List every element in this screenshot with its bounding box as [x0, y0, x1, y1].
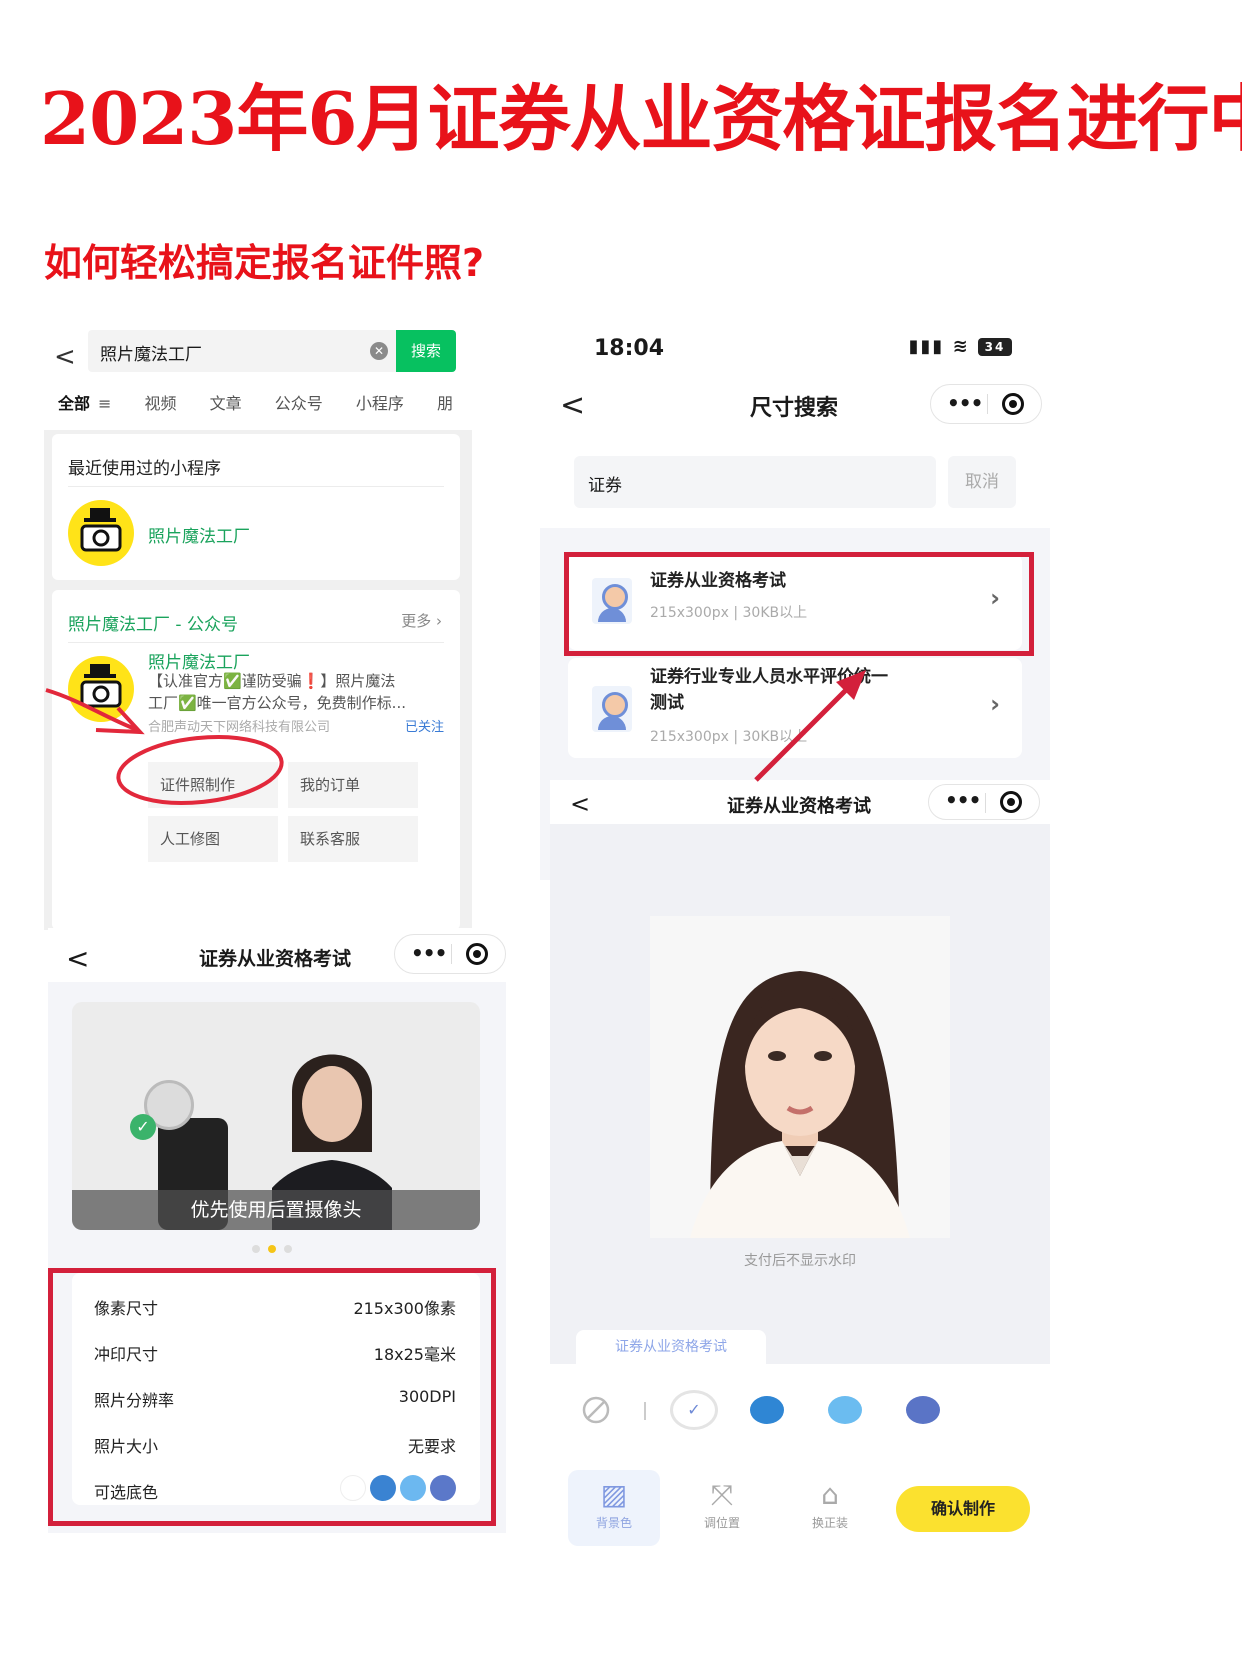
confirm-button[interactable]: 确认制作 — [896, 1486, 1030, 1532]
mini-program-capsule: ••• — [928, 784, 1040, 820]
status-icons: ▮▮▮ ≋ 34 — [909, 336, 1012, 357]
photo-maker-screenshot: < 证券从业资格考试 ••• 支付后不显示水印 证券从业资格考试 ✓ ▨ 背景色… — [550, 780, 1050, 1550]
result-item[interactable]: 证券行业专业人员水平评价统一 测试 215x300px | 30KB以上 › — [568, 658, 1022, 758]
chevron-right-icon: › — [436, 612, 442, 630]
recent-section-title: 最近使用过的小程序 — [68, 459, 221, 479]
camera-logo-icon — [68, 500, 134, 566]
highlight-box-result — [564, 552, 1034, 656]
light-blue-color-option[interactable] — [828, 1396, 862, 1424]
watermark-note: 支付后不显示水印 — [744, 1253, 856, 1269]
menu-customer-service-button[interactable]: 联系客服 — [288, 816, 418, 862]
recent-app-name: 照片魔法工厂 — [148, 527, 250, 547]
tab-article[interactable]: 文章 — [210, 390, 242, 414]
background-icon: ▨ — [600, 1478, 628, 1511]
gradient-blue-color-option[interactable] — [906, 1396, 940, 1424]
more-link[interactable]: 更多 › — [401, 610, 442, 631]
tab-video[interactable]: 视频 — [145, 390, 177, 414]
close-target-icon[interactable] — [1000, 791, 1022, 813]
followed-badge: 已关注 — [404, 720, 444, 735]
highlight-box-specs — [48, 1268, 496, 1526]
more-icon[interactable]: ••• — [411, 941, 447, 965]
size-search-input[interactable]: 证券 — [574, 456, 936, 508]
headline-subtitle: 如何轻松搞定报名证件照? — [44, 241, 485, 285]
mini-program-capsule: ••• — [394, 934, 506, 974]
more-icon[interactable]: ••• — [945, 788, 981, 812]
cancel-button[interactable]: 取消 — [948, 456, 1016, 508]
battery-icon: 34 — [978, 338, 1012, 356]
no-background-icon[interactable] — [580, 1396, 612, 1424]
search-input[interactable]: 照片魔法工厂 ✕ — [88, 330, 398, 372]
camera-tip-banner: ✓ 优先使用后置摄像头 — [72, 1002, 480, 1230]
account-description: 【认准官方✅谨防受骗❗】照片魔法 工厂✅唯一官方公众号，免费制作标... — [148, 672, 406, 712]
move-icon: ⤧ — [710, 1478, 734, 1511]
blue-color-option[interactable] — [750, 1396, 784, 1424]
carousel-indicator — [252, 1238, 300, 1257]
filter-icon[interactable]: ≡ — [98, 394, 111, 413]
search-tabs: 全部 ≡ 视频 文章 公众号 小程序 朋 — [58, 390, 468, 416]
menu-manual-retouch-button[interactable]: 人工修图 — [148, 816, 278, 862]
recent-mini-programs-card: 最近使用过的小程序 照片魔法工厂 — [52, 434, 460, 580]
menu-id-photo-button[interactable]: 证件照制作 — [148, 762, 278, 808]
spec-tag: 证券从业资格考试 — [576, 1330, 766, 1364]
tool-background-color[interactable]: ▨ 背景色 — [568, 1470, 660, 1546]
back-icon[interactable]: < — [54, 342, 76, 372]
result-name: 证券行业专业人员水平评价统一 测试 — [650, 667, 888, 713]
tab-official-account[interactable]: 公众号 — [275, 390, 323, 414]
search-query: 照片魔法工厂 — [100, 345, 202, 365]
mini-program-capsule: ••• — [930, 384, 1042, 424]
camera-logo-icon — [68, 656, 134, 722]
background-color-options: ✓ — [580, 1390, 1040, 1438]
tab-more[interactable]: 朋 — [437, 390, 453, 414]
close-target-icon[interactable] — [466, 943, 488, 965]
close-target-icon[interactable] — [1002, 393, 1024, 415]
headline-title: 2023年6月证券从业资格证报名进行中 — [40, 76, 1242, 161]
tab-mini-program[interactable]: 小程序 — [356, 390, 404, 414]
wifi-icon: ≋ — [952, 336, 970, 357]
shirt-icon: ⌂ — [821, 1478, 839, 1511]
signal-icon: ▮▮▮ — [908, 336, 945, 357]
tool-change-outfit[interactable]: ⌂ 换正装 — [784, 1470, 876, 1546]
clear-icon[interactable]: ✕ — [370, 342, 388, 360]
portrait-icon — [592, 686, 632, 732]
check-icon: ✓ — [130, 1114, 156, 1140]
tab-all[interactable]: 全部 — [58, 390, 90, 416]
white-color-selected-option[interactable]: ✓ — [670, 1390, 718, 1430]
wechat-search-screenshot: < 照片魔法工厂 ✕ 搜索 全部 ≡ 视频 文章 公众号 小程序 朋 最近使用过的… — [40, 328, 472, 930]
official-section-title: 照片魔法工厂 - 公众号 — [68, 615, 238, 635]
recent-app-item[interactable]: 照片魔法工厂 — [68, 500, 368, 570]
banner-caption: 优先使用后置摄像头 — [72, 1190, 480, 1230]
tool-adjust-position[interactable]: ⤧ 调位置 — [676, 1470, 768, 1546]
result-spec: 215x300px | 30KB以上 — [650, 729, 808, 745]
company-name: 合肥声动天下网络科技有限公司 — [148, 720, 331, 735]
official-account-card: 照片魔法工厂 - 公众号 更多 › 照片魔法工厂 【认准官方✅谨防受骗❗】照片魔… — [52, 590, 460, 930]
more-icon[interactable]: ••• — [947, 391, 983, 415]
menu-my-orders-button[interactable]: 我的订单 — [288, 762, 418, 808]
search-button[interactable]: 搜索 — [396, 330, 456, 372]
status-time: 18:04 — [594, 336, 665, 361]
chevron-right-icon: › — [990, 690, 1000, 718]
id-photo-preview — [650, 916, 950, 1238]
